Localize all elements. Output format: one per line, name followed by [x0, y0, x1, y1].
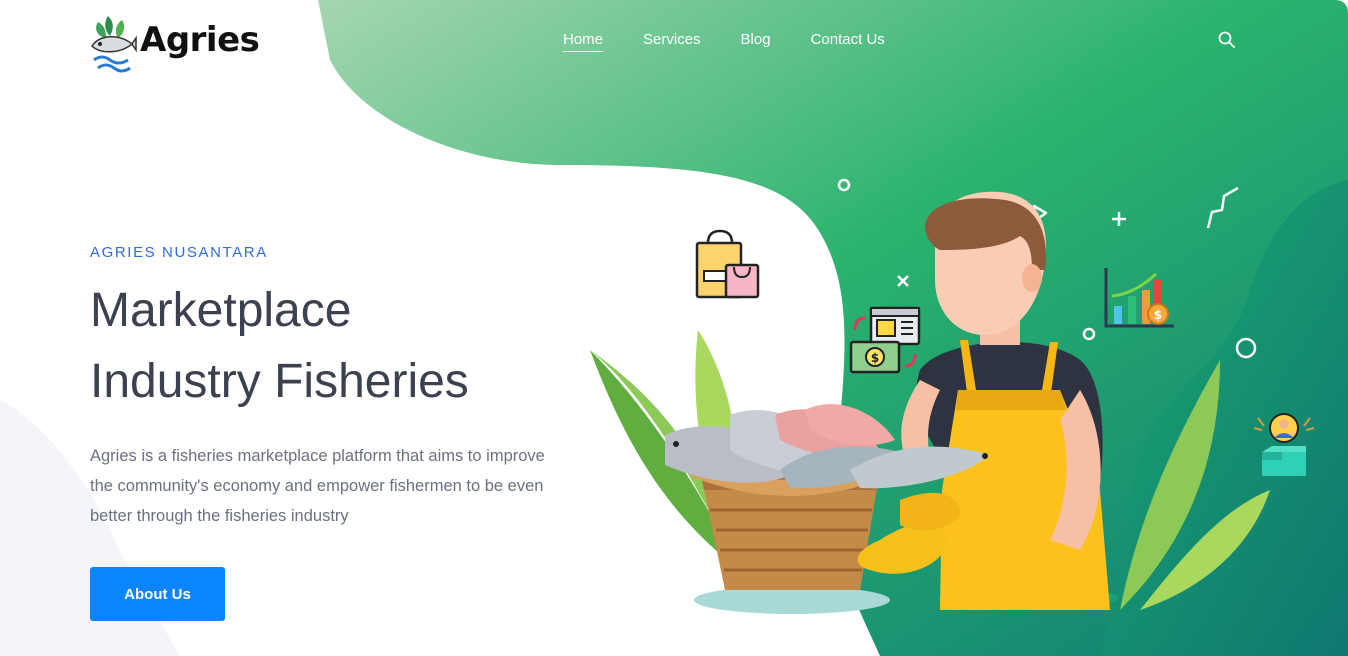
nav-item-home[interactable]: Home [563, 31, 604, 52]
nav-item-blog[interactable]: Blog [741, 31, 771, 52]
main-nav: Home Services Blog Contact Us [563, 31, 885, 52]
hero-eyebrow: AGRIES NUSANTARA [90, 244, 268, 261]
fisherman-illustration [590, 191, 1270, 614]
brand-logo[interactable]: Agries [88, 8, 260, 76]
about-us-button[interactable]: About Us [90, 567, 225, 621]
fish-leaf-logo-icon [91, 16, 137, 73]
hero-description: Agries is a fisheries marketplace platfo… [90, 447, 545, 525]
hero-title-line-1: Marketplace [90, 284, 352, 337]
hero-text: AGRIES NUSANTARA Marketplace Industry Fi… [90, 244, 560, 531]
nav-item-services[interactable]: Services [643, 31, 701, 52]
hero-title: Marketplace Industry Fisheries [90, 275, 560, 417]
search-icon[interactable] [1217, 30, 1237, 50]
nav-item-contact-us[interactable]: Contact Us [811, 31, 885, 52]
hero-title-line-2: Industry Fisheries [90, 355, 469, 408]
brand-name: Agries [140, 20, 260, 60]
